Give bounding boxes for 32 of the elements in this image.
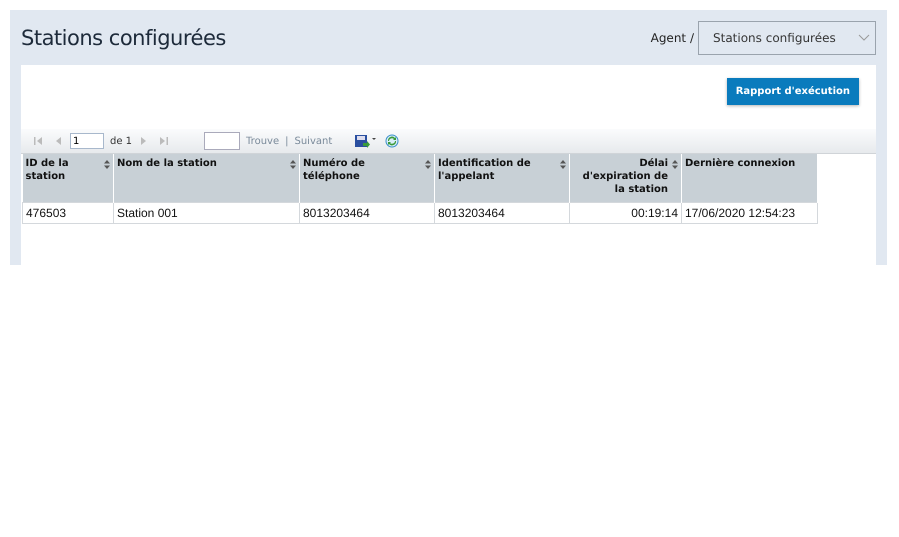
breadcrumb: Agent / <box>650 30 694 44</box>
find-field[interactable] <box>204 132 240 150</box>
table-cell: Station 001 <box>114 202 300 223</box>
previous-page-icon[interactable] <box>55 136 61 146</box>
table-cell: 8013203464 <box>300 202 434 223</box>
last-page-icon[interactable] <box>159 136 170 146</box>
column-header[interactable]: Nom de la station <box>114 154 300 202</box>
next-page-icon[interactable] <box>141 136 148 146</box>
page-total: de 1 <box>110 136 132 146</box>
column-header[interactable]: Identification de l'appelant <box>434 154 570 202</box>
first-page-icon[interactable] <box>33 136 43 146</box>
page-title: Stations configurées <box>21 26 226 50</box>
column-header[interactable]: ID de la station <box>22 154 114 202</box>
sort-icon <box>290 160 296 169</box>
sort-icon <box>104 160 110 169</box>
chevron-down-icon <box>858 34 870 41</box>
page-field[interactable]: 1 <box>70 133 104 149</box>
report-button[interactable]: Rapport d'exécution <box>726 78 859 105</box>
sort-icon <box>560 160 566 169</box>
separator: | <box>285 136 288 146</box>
table-cell: 8013203464 <box>434 202 570 223</box>
table-cell: 00:19:14 <box>570 202 682 223</box>
sort-icon <box>425 160 431 169</box>
table-cell: 17/06/2020 12:54:23 <box>682 202 818 223</box>
column-header[interactable]: Délai d'expiration de la station <box>570 154 682 202</box>
sort-icon <box>672 160 678 169</box>
column-header[interactable]: Numéro de téléphone <box>300 154 434 202</box>
save-icon[interactable] <box>354 134 376 148</box>
column-header[interactable]: Dernière connexion <box>682 154 818 202</box>
refresh-icon[interactable] <box>385 134 400 148</box>
table-cell: 476503 <box>22 202 114 223</box>
view-dropdown[interactable]: Stations configurées <box>698 20 876 54</box>
